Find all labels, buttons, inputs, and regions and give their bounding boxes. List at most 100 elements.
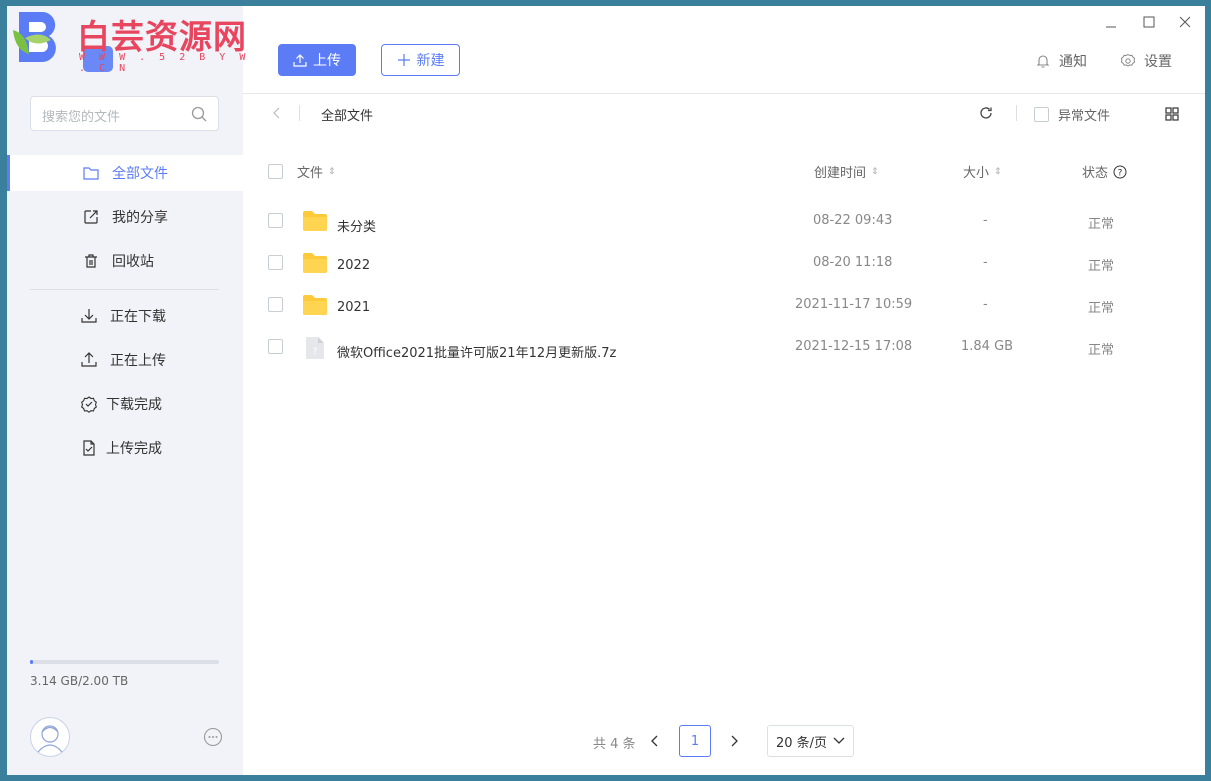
- table-row[interactable]: 未分类 08-22 09:43 - 正常: [243, 200, 1205, 242]
- row-checkbox[interactable]: [268, 339, 283, 354]
- search-input[interactable]: 搜索您的文件: [30, 96, 219, 131]
- check-circle-icon: [81, 396, 97, 413]
- breadcrumb-current[interactable]: 全部文件: [321, 105, 373, 124]
- abnormal-files-filter[interactable]: 异常文件: [1034, 105, 1110, 124]
- sidebar-item-label: 正在下载: [110, 309, 166, 325]
- header-size-label: 大小: [963, 166, 990, 181]
- top-toolbar: 上传 新建 通知 设置: [243, 6, 1205, 94]
- sidebar-item-label: 全部文件: [112, 166, 168, 182]
- chevron-right-icon[interactable]: [727, 733, 741, 749]
- file-name[interactable]: 微软Office2021批量许可版21年12月更新版.7z: [337, 342, 616, 361]
- trash-icon: [85, 254, 97, 268]
- refresh-icon[interactable]: [978, 105, 994, 121]
- folder-icon: [303, 295, 327, 315]
- chevron-left-icon[interactable]: [648, 733, 662, 749]
- sidebar-item-recycle-bin[interactable]: 回收站: [7, 243, 243, 279]
- share-icon: [84, 210, 98, 224]
- sidebar-item-label: 上传完成: [106, 441, 162, 457]
- chevron-down-icon: [833, 737, 845, 744]
- sidebar-item-label: 回收站: [112, 254, 154, 270]
- sort-icon: ⇕: [994, 166, 1002, 177]
- search-placeholder: 搜索您的文件: [42, 110, 121, 125]
- file-name[interactable]: 2022: [337, 258, 370, 273]
- notify-label: 通知: [1059, 54, 1087, 70]
- check-file-icon: [83, 440, 95, 456]
- file-name[interactable]: 未分类: [337, 216, 376, 235]
- header-created[interactable]: 创建时间 ⇕: [814, 162, 879, 181]
- sidebar-item-upload-complete[interactable]: 上传完成: [7, 430, 243, 466]
- sidebar-item-label: 正在上传: [110, 353, 166, 369]
- upload-button-label: 上传: [313, 53, 341, 69]
- row-checkbox[interactable]: [268, 297, 283, 312]
- storage-progress-fill: [30, 660, 33, 664]
- new-button-label: 新建: [416, 53, 445, 69]
- settings-label: 设置: [1144, 54, 1172, 70]
- breadcrumb: 全部文件 异常文件: [243, 95, 1205, 133]
- upload-icon: [293, 54, 307, 67]
- header-status: 状态 ?: [1082, 162, 1127, 181]
- download-icon: [81, 309, 97, 323]
- file-created: 2021-11-17 10:59: [795, 297, 913, 312]
- sidebar-item-my-shares[interactable]: 我的分享: [7, 199, 243, 235]
- svg-text:?: ?: [1118, 168, 1123, 178]
- file-size: -: [983, 213, 988, 228]
- sidebar-item-label: 下载完成: [106, 397, 162, 413]
- plus-icon: [397, 54, 410, 66]
- file-status: 正常: [1088, 301, 1115, 316]
- chevron-left-icon[interactable]: [271, 106, 283, 120]
- file-size: -: [983, 297, 988, 312]
- upload-icon: [81, 352, 97, 367]
- search-icon[interactable]: [190, 105, 208, 123]
- row-checkbox[interactable]: [268, 255, 283, 270]
- file-created: 08-22 09:43: [813, 213, 893, 228]
- grid-view-icon[interactable]: [1165, 107, 1179, 121]
- sidebar-item-uploading[interactable]: 正在上传: [7, 342, 243, 378]
- select-all-checkbox[interactable]: [268, 164, 283, 179]
- table-row[interactable]: 2022 08-20 11:18 - 正常: [243, 242, 1205, 284]
- gear-icon: [1120, 53, 1136, 67]
- sort-icon: ⇕: [871, 166, 879, 177]
- sidebar-divider: [30, 289, 219, 290]
- help-icon[interactable]: ?: [1113, 165, 1127, 179]
- notify-button[interactable]: 通知: [1035, 51, 1087, 71]
- table-header: 文件 ⇕ 创建时间 ⇕ 大小 ⇕ 状态 ?: [243, 151, 1205, 193]
- sidebar-item-all-files[interactable]: 全部文件: [7, 155, 243, 191]
- breadcrumb-separator: [299, 105, 300, 121]
- unknown-file-icon: ?: [306, 337, 324, 359]
- sidebar-item-download-complete[interactable]: 下载完成: [7, 386, 243, 422]
- close-icon[interactable]: [1175, 12, 1195, 32]
- table-row[interactable]: 2021 2021-11-17 10:59 - 正常: [243, 284, 1205, 326]
- file-created: 2021-12-15 17:08: [795, 339, 913, 354]
- watermark-title: 白芸资源网: [77, 17, 247, 56]
- upload-button[interactable]: 上传: [278, 44, 356, 76]
- table-row[interactable]: ? 微软Office2021批量许可版21年12月更新版.7z 2021-12-…: [243, 326, 1205, 368]
- sidebar-item-label: 我的分享: [112, 210, 168, 226]
- new-button[interactable]: 新建: [381, 44, 460, 76]
- header-name[interactable]: 文件 ⇕: [297, 162, 336, 181]
- abnormal-files-checkbox[interactable]: [1034, 107, 1049, 122]
- file-name[interactable]: 2021: [337, 300, 370, 315]
- toolbar-separator: [1016, 105, 1017, 121]
- settings-button[interactable]: 设置: [1120, 51, 1172, 71]
- page-size-select[interactable]: 20 条/页: [767, 725, 854, 757]
- folder-icon: [83, 167, 99, 180]
- bell-icon: [1036, 55, 1050, 68]
- sidebar-item-downloading[interactable]: 正在下载: [7, 298, 243, 334]
- minimize-icon[interactable]: [1101, 12, 1121, 32]
- sort-icon: ⇕: [328, 166, 336, 177]
- header-name-label: 文件: [297, 166, 324, 181]
- storage-progress-bar: [30, 660, 219, 664]
- folder-icon: [303, 211, 327, 231]
- pagination-total: 共 4 条: [593, 737, 636, 752]
- header-size[interactable]: 大小 ⇕: [963, 162, 1002, 181]
- sidebar: 白芸资源网 W W W . 5 2 B Y W . C N 搜索您的文件 全部文…: [7, 6, 246, 775]
- pagination: 共 4 条 1 20 条/页: [7, 725, 1205, 757]
- logo-b-icon: [13, 12, 56, 62]
- abnormal-files-label: 异常文件: [1058, 109, 1111, 124]
- maximize-icon[interactable]: [1139, 12, 1159, 32]
- page-number-button[interactable]: 1: [679, 725, 711, 757]
- header-status-label: 状态: [1082, 166, 1109, 181]
- file-status: 正常: [1088, 343, 1115, 358]
- file-size: -: [983, 255, 988, 270]
- row-checkbox[interactable]: [268, 213, 283, 228]
